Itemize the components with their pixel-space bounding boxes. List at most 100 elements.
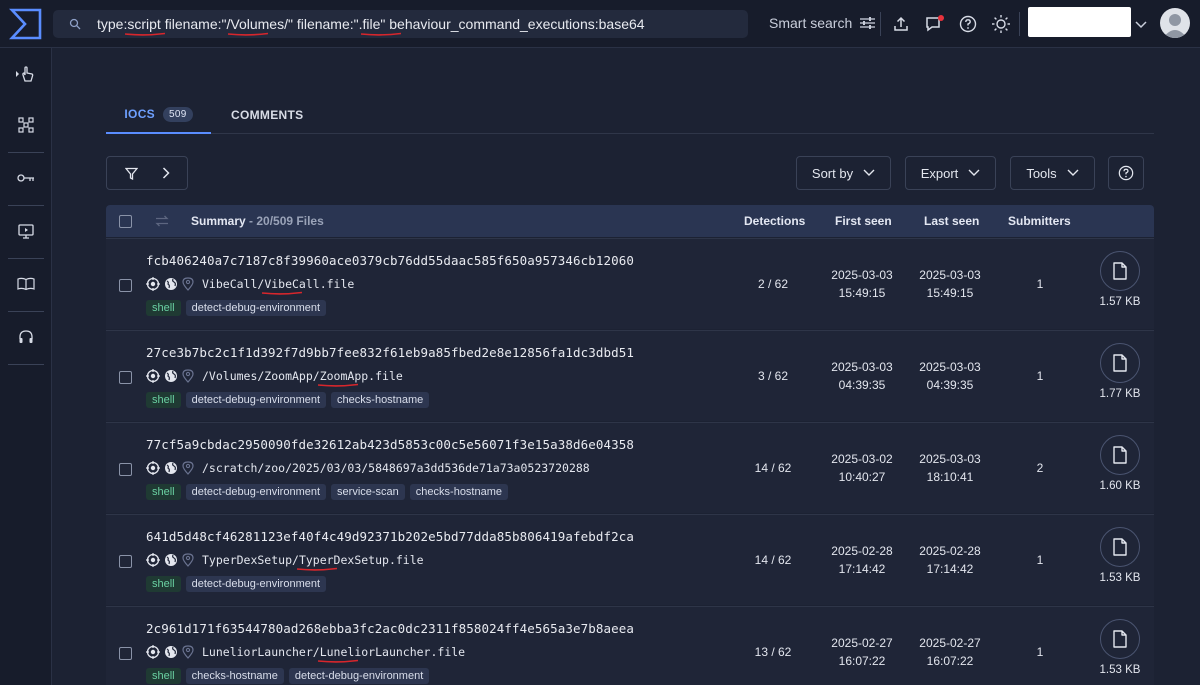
table-row[interactable]: 2c961d171f63544780ad268ebba3fc2ac0dc2311…	[106, 606, 1154, 685]
row-checkbox[interactable]	[119, 555, 132, 568]
sort-by-button[interactable]: Sort by	[796, 156, 891, 190]
globe-icon[interactable]	[164, 369, 178, 383]
tag[interactable]: detect-debug-environment	[185, 392, 327, 408]
tab-label: COMMENTS	[231, 108, 304, 122]
row-checkbox[interactable]	[119, 463, 132, 476]
location-pin-icon[interactable]	[182, 277, 194, 291]
filter-button[interactable]	[106, 156, 188, 190]
location-pin-icon[interactable]	[182, 553, 194, 567]
tag[interactable]: shell	[146, 392, 181, 408]
file-path: TyperDexSetup/TyperDexSetup.file	[202, 553, 424, 571]
sidebar-item-monitor[interactable]	[8, 211, 44, 251]
first-seen-time: 10:40:27	[838, 470, 886, 484]
table-row[interactable]: 77cf5a9cbdac2950090fde32612ab423d5853c00…	[106, 422, 1154, 513]
col-submitters[interactable]: Submitters	[1008, 214, 1071, 228]
tag[interactable]: checks-hostname	[409, 484, 509, 500]
sidebar-item-keys[interactable]	[8, 158, 44, 198]
table-help-button[interactable]	[1108, 156, 1144, 190]
target-icon[interactable]	[146, 645, 160, 659]
notifications-icon[interactable]	[924, 13, 946, 35]
chevron-down-icon[interactable]	[1135, 16, 1147, 34]
tab-bar: IOCS 509 COMMENTS	[106, 96, 1154, 134]
tag[interactable]: detect-debug-environment	[288, 668, 430, 684]
tag[interactable]: shell	[146, 300, 181, 316]
sliders-icon	[860, 17, 876, 29]
sidebar-item-graph[interactable]	[8, 105, 44, 145]
col-detections[interactable]: Detections	[744, 214, 805, 228]
row-checkbox[interactable]	[119, 371, 132, 384]
table-row[interactable]: fcb406240a7c7187c8f39960ace0379cb76dd55d…	[106, 238, 1154, 329]
first-seen: 2025-03-03 15:49:15	[824, 266, 900, 302]
tab-comments[interactable]: COMMENTS	[231, 96, 303, 134]
globe-icon[interactable]	[164, 277, 178, 291]
last-seen-time: 17:14:42	[926, 562, 974, 576]
search-query[interactable]: type:script filename:"/Volumes/" filenam…	[97, 16, 645, 36]
file-hash[interactable]: fcb406240a7c7187c8f39960ace0379cb76dd55d…	[146, 253, 634, 268]
file-icon[interactable]	[1100, 619, 1140, 659]
target-icon[interactable]	[146, 553, 160, 567]
tag[interactable]: detect-debug-environment	[185, 576, 327, 592]
tag[interactable]: checks-hostname	[331, 392, 430, 408]
swap-icon[interactable]	[155, 215, 169, 227]
file-hash[interactable]: 2c961d171f63544780ad268ebba3fc2ac0dc2311…	[146, 621, 634, 636]
smart-search-button[interactable]: Smart search	[769, 15, 876, 31]
file-hash[interactable]: 641d5d48cf46281123ef40f4c49d92371b202e5b…	[146, 529, 634, 544]
last-seen-time: 04:39:35	[926, 378, 974, 392]
file-icon[interactable]	[1100, 527, 1140, 567]
search-bar[interactable]: type:script filename:"/Volumes/" filenam…	[53, 10, 748, 38]
query-text: filename:"/	[160, 16, 231, 32]
query-underlined-file: file	[360, 16, 401, 36]
select-all-checkbox[interactable]	[119, 215, 132, 228]
tag[interactable]: shell	[146, 484, 181, 500]
file-icon[interactable]	[1100, 251, 1140, 291]
col-first-seen[interactable]: First seen	[835, 214, 892, 228]
table-header: Summary - 20/509 Files Detections First …	[106, 205, 1154, 237]
row-checkbox[interactable]	[119, 279, 132, 292]
file-icon[interactable]	[1100, 343, 1140, 383]
submitters: 1	[1036, 645, 1044, 659]
location-pin-icon[interactable]	[182, 645, 194, 659]
last-seen-date: 2025-02-27	[919, 636, 981, 650]
sidebar-item-support[interactable]	[8, 317, 44, 357]
col-last-seen[interactable]: Last seen	[924, 214, 979, 228]
tag[interactable]: detect-debug-environment	[185, 300, 327, 316]
target-icon[interactable]	[146, 461, 160, 475]
help-icon[interactable]	[957, 13, 979, 35]
chevron-down-icon	[863, 169, 875, 176]
tools-button[interactable]: Tools	[1010, 156, 1095, 190]
file-icon[interactable]	[1100, 435, 1140, 475]
last-seen-date: 2025-03-03	[919, 268, 981, 282]
table-row[interactable]: 641d5d48cf46281123ef40f4c49d92371b202e5b…	[106, 514, 1154, 605]
last-seen-time: 16:07:22	[926, 654, 974, 668]
target-icon[interactable]	[146, 277, 160, 291]
location-pin-icon[interactable]	[182, 461, 194, 475]
tab-iocs[interactable]: IOCS 509	[106, 96, 211, 134]
file-hash[interactable]: 27ce3b7bc2c1f1d392f7d9bb7fee832f61eb9a85…	[146, 345, 634, 360]
organization-selector[interactable]	[1028, 7, 1131, 37]
globe-icon[interactable]	[164, 553, 178, 567]
export-button[interactable]: Export	[905, 156, 996, 190]
target-icon[interactable]	[146, 369, 160, 383]
sidebar-item-docs[interactable]	[8, 264, 44, 304]
file-hash[interactable]: 77cf5a9cbdac2950090fde32612ab423d5853c00…	[146, 437, 634, 452]
upload-icon[interactable]	[890, 13, 912, 35]
location-pin-icon[interactable]	[182, 369, 194, 383]
sidebar-item-detect[interactable]	[8, 54, 44, 94]
globe-icon[interactable]	[164, 645, 178, 659]
summary-label: Summary	[191, 214, 246, 228]
query-underlined-volumes: Volumes	[228, 16, 284, 36]
tag[interactable]: checks-hostname	[185, 668, 284, 684]
theme-toggle-icon[interactable]	[990, 13, 1012, 35]
globe-icon[interactable]	[164, 461, 178, 475]
logo-icon[interactable]	[0, 0, 52, 48]
tag[interactable]: shell	[146, 668, 181, 684]
file-name: TyperDexSetup.file	[296, 553, 424, 571]
tag[interactable]: shell	[146, 576, 181, 592]
row-checkbox[interactable]	[119, 647, 132, 660]
table-row[interactable]: 27ce3b7bc2c1f1d392f7d9bb7fee832f61eb9a85…	[106, 330, 1154, 421]
avatar[interactable]	[1160, 8, 1190, 38]
tag[interactable]: detect-debug-environment	[185, 484, 327, 500]
last-seen: 2025-03-03 04:39:35	[912, 358, 988, 394]
tag[interactable]: service-scan	[331, 484, 405, 500]
divider	[8, 205, 44, 206]
